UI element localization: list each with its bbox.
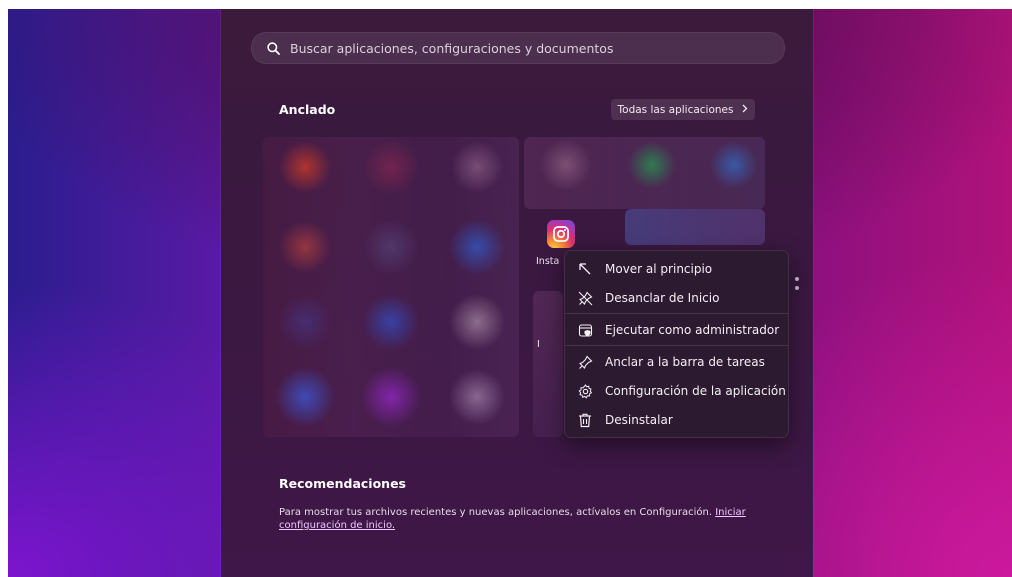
pinned-app-blurred bbox=[533, 291, 563, 437]
all-apps-button[interactable]: Todas las aplicaciones bbox=[611, 99, 755, 120]
pinned-app-blurred bbox=[625, 209, 765, 245]
page-indicator-dots[interactable] bbox=[795, 277, 801, 295]
menu-separator bbox=[565, 313, 788, 314]
trash-icon bbox=[576, 411, 594, 429]
unpin-icon bbox=[576, 289, 594, 307]
menu-item-label: Desanclar de Inicio bbox=[605, 291, 720, 305]
menu-item-label: Desinstalar bbox=[605, 413, 673, 427]
menu-item-uninstall[interactable]: Desinstalar bbox=[565, 407, 788, 433]
search-box[interactable] bbox=[251, 32, 785, 64]
desktop-background: Anclado Todas las aplicaciones bbox=[8, 9, 1012, 577]
menu-item-app-settings[interactable]: Configuración de la aplicación bbox=[565, 378, 788, 404]
chevron-right-icon bbox=[741, 104, 748, 116]
menu-item-move-to-top[interactable]: Mover al principio bbox=[565, 256, 788, 282]
pinned-apps-blurred-group bbox=[263, 137, 519, 437]
context-menu: Mover al principio Desanclar de Inicio E… bbox=[564, 250, 789, 438]
recommendations-message: Para mostrar tus archivos recientes y nu… bbox=[279, 507, 712, 518]
recommendations-title: Recomendaciones bbox=[279, 476, 406, 491]
menu-item-label: Configuración de la aplicación bbox=[605, 384, 786, 398]
menu-item-label: Mover al principio bbox=[605, 262, 713, 276]
all-apps-label: Todas las aplicaciones bbox=[617, 103, 734, 116]
gear-icon bbox=[576, 382, 594, 400]
menu-item-run-as-admin[interactable]: Ejecutar como administrador bbox=[565, 317, 788, 343]
instagram-icon[interactable] bbox=[547, 220, 575, 248]
pinned-apps-blurred-row bbox=[524, 137, 765, 209]
pinned-title: Anclado bbox=[279, 102, 336, 117]
search-input[interactable] bbox=[288, 39, 784, 57]
app-label-partial: I bbox=[537, 339, 540, 350]
menu-item-label: Ejecutar como administrador bbox=[605, 323, 780, 337]
shield-window-icon bbox=[576, 321, 594, 339]
arrow-up-left-icon bbox=[576, 260, 594, 278]
search-icon bbox=[258, 41, 288, 55]
menu-item-label: Anclar a la barra de tareas bbox=[605, 355, 765, 369]
page-dot[interactable] bbox=[795, 286, 799, 290]
page-dot[interactable] bbox=[795, 277, 799, 281]
menu-item-unpin[interactable]: Desanclar de Inicio bbox=[565, 285, 788, 311]
instagram-label[interactable]: Insta bbox=[536, 256, 559, 267]
pin-icon bbox=[576, 353, 594, 371]
menu-separator bbox=[565, 345, 788, 346]
menu-item-pin-taskbar[interactable]: Anclar a la barra de tareas bbox=[565, 349, 788, 375]
recommendations-text: Para mostrar tus archivos recientes y nu… bbox=[279, 506, 759, 532]
